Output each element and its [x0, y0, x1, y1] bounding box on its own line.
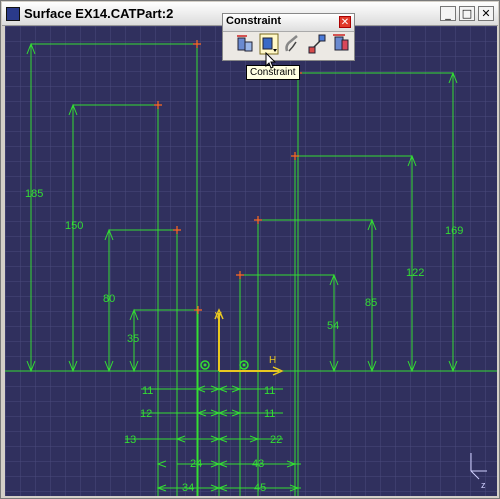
close-button[interactable]: ✕ — [478, 6, 494, 21]
catia-sketch-window: Surface EX14.CATPart:2 _ □ ✕ V H 185 150… — [0, 0, 500, 499]
dim-34-label: 34 — [182, 482, 194, 494]
dim-150-label: 150 — [65, 220, 83, 232]
contact-constraint-icon[interactable] — [283, 33, 303, 55]
dim-13-label: 13 — [124, 434, 136, 446]
axis-h-label: H — [269, 355, 276, 366]
dim-43-label: 43 — [252, 458, 264, 470]
axis-v-label: V — [215, 311, 222, 322]
dim-85-label: 85 — [365, 297, 377, 309]
constraint-toolbar-title: Constraint — [226, 15, 281, 27]
auto-constraint-icon[interactable] — [331, 33, 351, 55]
dim-185-label: 185 — [25, 188, 43, 200]
dim-22-label: 22 — [270, 434, 282, 446]
dim-169-label: 169 — [445, 225, 463, 237]
dim-11-right2-label: 11 — [264, 408, 275, 420]
dim-122-label: 122 — [406, 267, 424, 279]
toolbar-close-button[interactable]: ✕ — [339, 16, 351, 28]
constraint-toolbar[interactable]: Constraint ✕ — [222, 13, 355, 61]
dim-24-label: 24 — [190, 458, 202, 470]
dim-11-left-label: 11 — [142, 385, 153, 397]
catpart-icon — [6, 7, 20, 21]
constraints-defined-in-dialog-icon[interactable] — [235, 33, 255, 55]
dim-12-label: 12 — [140, 408, 152, 420]
dim-11-right-label: 11 — [264, 385, 275, 397]
dim-80-label: 80 — [103, 293, 115, 305]
sketch-canvas[interactable]: V H 185 150 80 35 169 122 85 54 11 12 13… — [5, 26, 497, 496]
maximize-button[interactable]: □ — [459, 6, 475, 21]
dim-45-label: 45 — [254, 482, 266, 494]
sketch-grid — [5, 26, 497, 496]
dim-35-label: 35 — [127, 333, 139, 345]
mouse-pointer-icon — [265, 52, 277, 69]
fix-together-icon[interactable] — [307, 33, 327, 55]
constraint-toolbar-titlebar[interactable]: Constraint ✕ — [223, 14, 354, 32]
dim-54-label: 54 — [327, 320, 339, 332]
svg-text:z: z — [481, 480, 486, 490]
window-title: Surface EX14.CATPart:2 — [24, 6, 174, 21]
minimize-button[interactable]: _ — [440, 6, 456, 21]
